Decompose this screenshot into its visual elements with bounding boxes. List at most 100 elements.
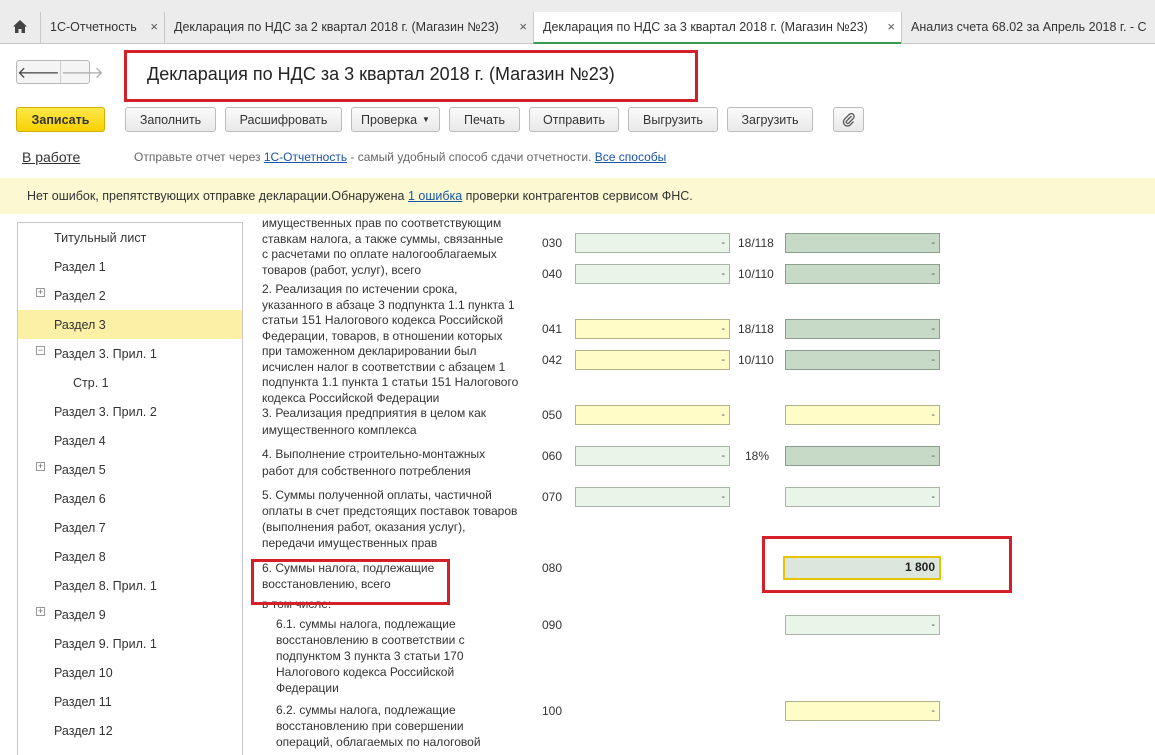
error-link[interactable]: 1 ошибка [408,189,462,203]
tab-vat-declaration-q3[interactable]: Декларация по НДС за 3 квартал 2018 г. (… [533,12,901,44]
banner-text: Нет ошибок, препятствующих отправке декл… [27,189,408,203]
close-icon[interactable]: × [519,19,527,34]
tab-account-analysis[interactable]: Анализ счета 68.02 за Апрель 2018 г. - С [901,12,1155,44]
line-code-030: 030 [542,236,563,250]
export-button[interactable]: Выгрузить [628,107,718,132]
highlight-value-box [762,536,1012,593]
sidebar-item[interactable]: Раздел 11 [18,687,242,716]
hint-text: - самый удобный способ сдачи отчетности. [347,150,595,164]
tax-base-field-070[interactable]: - [575,487,730,507]
close-icon[interactable]: × [887,19,895,34]
sidebar-item-label: Раздел 3. Прил. 1 [54,346,157,361]
close-icon[interactable]: × [150,19,158,34]
attachment-button[interactable] [833,107,864,132]
sidebar-item[interactable]: Раздел 6 [18,484,242,513]
check-dropdown-button[interactable]: Проверка ▼ [351,107,440,132]
tab-vat-declaration-q2[interactable]: Декларация по НДС за 2 квартал 2018 г. (… [164,12,533,44]
expand-icon[interactable]: + [36,607,45,616]
sidebar-item[interactable]: + Раздел 5 [18,455,242,484]
tax-rate: 10/110 [738,353,774,367]
sidebar-item[interactable]: Раздел 1 [18,252,242,281]
line-code-060: 060 [542,449,563,463]
expand-icon[interactable]: + [36,288,45,297]
tax-amount-field-050[interactable]: - [785,405,940,425]
sidebar-item[interactable]: Раздел 10 [18,658,242,687]
sidebar-item[interactable]: Титульный лист [18,223,242,252]
tax-base-field-060[interactable]: - [575,446,730,466]
forward-arrow-icon[interactable]: 🡒 [59,61,104,83]
sidebar-item[interactable]: Раздел 8. Прил. 1 [18,571,242,600]
sidebar-item[interactable]: + Раздел 9 [18,600,242,629]
fill-button[interactable]: Заполнить [125,107,216,132]
form-line-label: 6.2. суммы налога, подлежащие [276,703,456,717]
tax-rate: 18/118 [738,236,774,250]
form-line-label: с расчетами по оплате налогооблагаемых [262,247,497,261]
form-line-label: (выполнения работ, оказания услуг), [262,520,466,534]
sidebar-item[interactable]: Раздел 8 [18,542,242,571]
line-code-041: 041 [542,322,563,336]
line-code-080: 080 [542,561,563,575]
tax-amount-field-100[interactable]: - [785,701,940,721]
sidebar-item-label: Раздел 10 [54,665,113,680]
sidebar-item[interactable]: + Раздел 2 [18,281,242,310]
highlight-label-box [251,559,450,605]
tab-bar: 1С-Отчетность × Декларация по НДС за 2 к… [0,0,1155,44]
paperclip-icon [842,112,855,127]
send-button[interactable]: Отправить [529,107,619,132]
form-line-label: 4. Выполнение строительно-монтажных [262,447,486,461]
home-icon [13,19,27,33]
tab-label: Декларация по НДС за 2 квартал 2018 г. (… [174,20,499,34]
tax-base-field-041[interactable]: - [575,319,730,339]
tax-rate: 10/110 [738,267,774,281]
collapse-icon[interactable]: − [36,346,45,355]
all-methods-link[interactable]: Все способы [595,150,667,164]
save-button[interactable]: Записать [16,107,105,132]
tax-rate: 18/118 [738,322,774,336]
sidebar-item-label: Раздел 9 [54,607,106,622]
form-line-label: подпункта 1.1 пункта 1 статьи 151 Налого… [262,375,519,389]
form-line-label: работ для собственного потребления [262,464,471,478]
line-code-090: 090 [542,618,563,632]
tax-base-field-042[interactable]: - [575,350,730,370]
sidebar-item-label: Раздел 12 [54,723,113,738]
chevron-down-icon: ▼ [422,115,430,124]
tax-amount-field-030[interactable]: - [785,233,940,253]
tax-amount-field-042[interactable]: - [785,350,940,370]
load-button[interactable]: Загрузить [727,107,813,132]
tax-amount-field-090[interactable]: - [785,615,940,635]
tax-amount-field-060[interactable]: - [785,446,940,466]
tax-base-field-040[interactable]: - [575,264,730,284]
sidebar-item[interactable]: Раздел 12 [18,716,242,745]
form-line-label: оплаты в счет предстоящих поставок товар… [262,504,518,518]
line-code-040: 040 [542,267,563,281]
tax-amount-field-040[interactable]: - [785,264,940,284]
decode-button[interactable]: Расшифровать [225,107,342,132]
status-link[interactable]: В работе [22,149,80,165]
tax-base-field-050[interactable]: - [575,405,730,425]
sidebar-item[interactable]: − Раздел 3. Прил. 1 [18,339,242,368]
sidebar-item[interactable]: Раздел 3. Прил. 2 [18,397,242,426]
tax-base-field-030[interactable]: - [575,233,730,253]
tax-amount-field-070[interactable]: - [785,487,940,507]
sidebar-item[interactable]: Раздел 9. Прил. 1 [18,629,242,658]
navigation-buttons: 🡐 🡒 [16,60,104,84]
highlight-title-box [124,50,698,102]
print-button[interactable]: Печать [449,107,520,132]
tax-amount-field-041[interactable]: - [785,319,940,339]
tab-1c-reporting[interactable]: 1С-Отчетность × [40,12,164,44]
1c-reporting-link[interactable]: 1С-Отчетность [264,150,347,164]
reporting-hint: Отправьте отчет через 1С-Отчетность - са… [134,150,666,164]
tab-label: Декларация по НДС за 3 квартал 2018 г. (… [543,20,868,34]
sidebar-item-label: Раздел 9. Прил. 1 [54,636,157,651]
sidebar-item[interactable]: Стр. 1 [18,368,242,397]
sidebar-item[interactable]: Раздел 3 [18,310,242,339]
form-line-label: исчислен налог в соответствии с абзацем … [262,359,506,374]
sidebar-item[interactable]: Раздел 7 [18,513,242,542]
expand-icon[interactable]: + [36,462,45,471]
form-line-label: Федерации [276,681,339,695]
sidebar-item[interactable]: Раздел 4 [18,426,242,455]
home-button[interactable] [0,12,40,40]
line-code-050: 050 [542,408,563,422]
back-arrow-icon[interactable]: 🡐 [17,61,60,83]
sidebar-item-label: Раздел 5 [54,462,106,477]
